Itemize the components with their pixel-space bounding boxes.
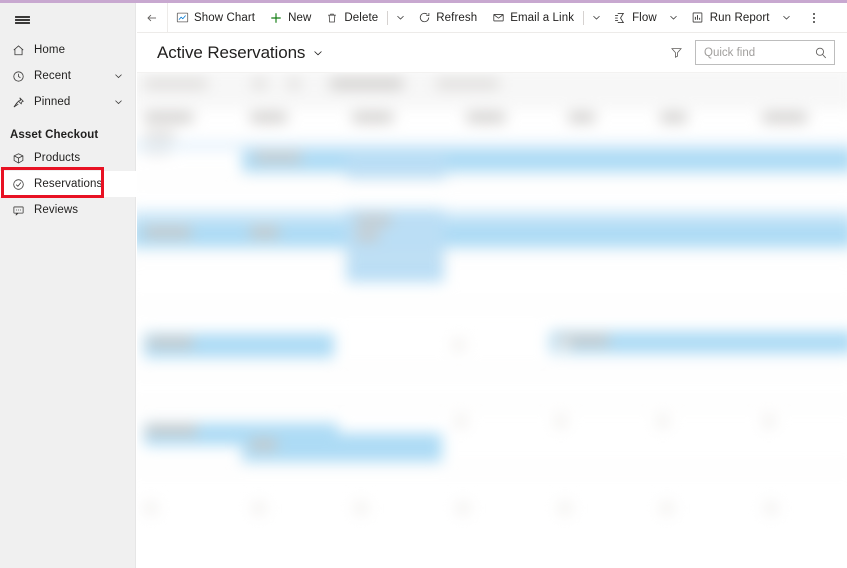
trash-icon <box>325 11 339 25</box>
sidebar-item-label: Products <box>34 152 81 164</box>
page-title: Active Reservations <box>157 42 306 62</box>
flow-icon <box>613 11 627 25</box>
command-separator <box>583 10 585 25</box>
sidebar-item-label: Reservations <box>34 178 103 190</box>
sidebar-item-products[interactable]: Products <box>0 145 136 171</box>
sidebar-item-label: Recent <box>34 70 72 82</box>
email-a-link-button[interactable]: Email a Link <box>484 3 581 32</box>
plus-icon <box>269 11 283 25</box>
filter-icon[interactable] <box>667 44 685 62</box>
command-label: Run Report <box>709 11 770 24</box>
chevron-down-icon[interactable] <box>113 97 124 108</box>
box-icon <box>8 148 28 168</box>
quick-find-box[interactable] <box>695 40 835 65</box>
sidebar-item-home[interactable]: Home <box>0 37 136 63</box>
sidebar-item-label: Pinned <box>34 96 71 108</box>
clock-icon <box>8 66 28 86</box>
comment-icon <box>8 200 28 220</box>
sidebar-item-label: Home <box>34 44 66 56</box>
command-label: New <box>288 11 312 24</box>
app-window: Home Recent Pinned Asset Checkout Produc… <box>0 0 847 568</box>
email-a-link-caret[interactable] <box>586 3 606 32</box>
report-icon <box>691 11 705 25</box>
delete-caret[interactable] <box>390 3 410 32</box>
main-content: Show Chart New Delete Refresh Email a Li… <box>137 3 847 568</box>
sidebar-item-reservations[interactable]: Reservations <box>0 171 136 197</box>
sidebar: Home Recent Pinned Asset Checkout Produc… <box>0 3 136 568</box>
view-selector[interactable]: Active Reservations <box>157 43 324 63</box>
home-icon <box>8 40 28 60</box>
command-label: Email a Link <box>510 11 575 24</box>
search-input[interactable] <box>704 46 812 59</box>
run-report-button[interactable]: Run Report <box>684 3 777 32</box>
sidebar-item-reviews[interactable]: Reviews <box>0 197 136 223</box>
pin-icon <box>8 92 28 112</box>
sidebar-item-recent[interactable]: Recent <box>0 63 136 89</box>
hamburger-icon[interactable] <box>0 3 44 37</box>
command-label: Show Chart <box>194 11 256 24</box>
chevron-down-icon[interactable] <box>312 47 324 59</box>
arrow-left-icon[interactable] <box>137 3 168 32</box>
view-header-actions <box>667 40 835 65</box>
view-header: Active Reservations <box>137 33 847 73</box>
grid-blurred-content <box>137 73 847 568</box>
ellipsis-vertical-icon[interactable] <box>801 3 827 32</box>
chart-icon <box>175 11 189 25</box>
new-button[interactable]: New <box>262 3 318 32</box>
show-chart-button[interactable]: Show Chart <box>168 3 262 32</box>
flow-caret[interactable] <box>664 3 684 32</box>
run-report-caret[interactable] <box>777 3 797 32</box>
sidebar-item-label: Reviews <box>34 204 79 216</box>
command-label: Delete <box>344 11 379 24</box>
refresh-button[interactable]: Refresh <box>410 3 484 32</box>
records-grid[interactable] <box>137 73 847 568</box>
sidebar-item-pinned[interactable]: Pinned <box>0 89 136 115</box>
command-bar: Show Chart New Delete Refresh Email a Li… <box>137 3 847 33</box>
email-icon <box>491 11 505 25</box>
flow-button[interactable]: Flow <box>606 3 664 32</box>
command-label: Refresh <box>436 11 478 24</box>
command-separator <box>387 10 389 25</box>
check-circle-icon <box>8 174 28 194</box>
command-label: Flow <box>632 11 657 24</box>
chevron-down-icon[interactable] <box>113 71 124 82</box>
refresh-icon <box>417 11 431 25</box>
sidebar-group-header: Asset Checkout <box>10 129 99 141</box>
delete-button[interactable]: Delete <box>318 3 385 32</box>
search-icon[interactable] <box>814 46 828 60</box>
